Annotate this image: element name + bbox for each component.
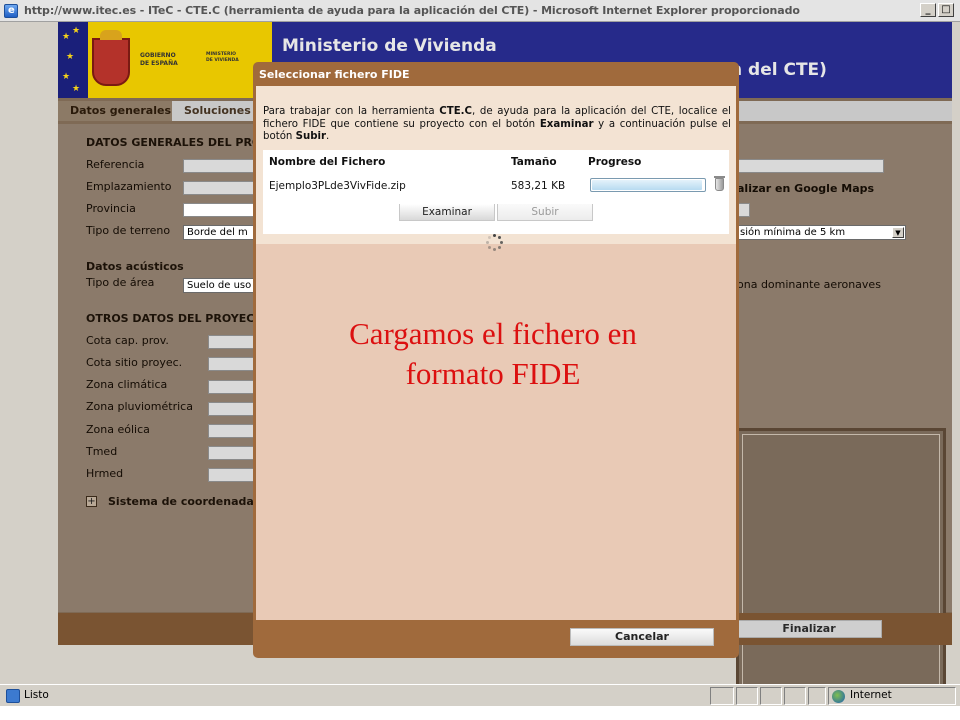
security-zone: Internet (850, 689, 892, 701)
status-cell (710, 687, 734, 705)
header-title: Ministerio de Vivienda (282, 36, 497, 56)
tipo-terreno-select[interactable]: Borde del m (183, 225, 255, 240)
annotation-line-2: formato FIDE (405, 356, 581, 391)
other-section-title: OTROS DATOS DEL PROYECT (86, 312, 262, 325)
instructions-bold: Subir (295, 131, 327, 143)
map-frame (736, 428, 946, 702)
header-subtitle: n del CTE) (730, 60, 827, 80)
map-canvas (742, 434, 940, 696)
gov-line-1: GOBIERNO (140, 52, 176, 59)
zona-climatica-label: Zona climática (86, 378, 168, 391)
maximize-icon[interactable]: □ (938, 3, 954, 17)
finalizar-button[interactable]: Finalizar (736, 620, 882, 638)
instructions-part: . (326, 131, 330, 143)
emplazamiento-label: Emplazamiento (86, 180, 172, 193)
select-fide-dialog: Seleccionar fichero FIDE Para trabajar c… (253, 62, 739, 658)
minimize-icon[interactable]: _ (920, 3, 936, 17)
instructions-bold: Examinar (539, 118, 594, 130)
cota-sitio-field[interactable] (208, 357, 255, 371)
status-text: Listo (24, 689, 49, 701)
annotation-line-1: Cargamos el fichero en (349, 316, 637, 351)
title-bar: e http://www.itec.es - ITeC - CTE.C (her… (0, 0, 960, 22)
provincia-label: Provincia (86, 202, 136, 215)
status-cell (784, 687, 806, 705)
instructions-text: Para trabajar con la herramienta CTE.C, … (263, 106, 731, 144)
tab-datos-generales[interactable]: Datos generales (58, 101, 172, 121)
upload-button[interactable]: Subir (497, 204, 593, 221)
browser-window: e http://www.itec.es - ITeC - CTE.C (her… (0, 0, 960, 720)
zona-climatica-field[interactable] (208, 380, 255, 394)
aircraft-zone-label: ona dominante aeronaves (737, 278, 881, 291)
trash-icon[interactable] (714, 176, 725, 191)
file-size: 583,21 KB (511, 180, 566, 192)
tmed-field[interactable] (208, 446, 255, 460)
referencia-field-right[interactable] (736, 159, 884, 173)
zone-cell (828, 687, 956, 705)
loading-spinner-icon (486, 234, 504, 252)
dialog-body (256, 244, 736, 620)
chevron-down-icon[interactable]: ▼ (892, 227, 904, 238)
annotation-text: Cargamos el fichero en formato FIDE (253, 314, 733, 394)
coat-of-arms-icon (92, 30, 130, 86)
terrain-distance-select[interactable]: sión mínima de 5 km ▼ (736, 225, 906, 240)
column-header-size: Tamaño (511, 156, 557, 168)
window-edge (952, 22, 960, 672)
upload-table: Nombre del Fichero Tamaño Progreso Ejemp… (263, 150, 729, 234)
cota-sitio-label: Cota sitio proyec. (86, 356, 183, 369)
coord-system-toggle[interactable]: Sistema de coordenada (108, 495, 254, 508)
expand-plus-icon[interactable]: + (86, 496, 97, 507)
zona-pluviometrica-label: Zona pluviométrica (86, 400, 193, 413)
tab-soluciones[interactable]: Soluciones c (172, 101, 262, 121)
column-header-progress: Progreso (588, 156, 642, 168)
zona-eolica-field[interactable] (208, 424, 255, 438)
provincia-field[interactable] (183, 203, 255, 217)
instructions-part: Para trabajar con la herramienta (263, 106, 440, 117)
referencia-label: Referencia (86, 158, 145, 171)
status-cell (808, 687, 826, 705)
upload-progress-fill (592, 180, 702, 190)
internet-explorer-icon: e (4, 4, 18, 18)
acoustic-section-title: Datos acústicos (86, 260, 184, 273)
referencia-field[interactable] (183, 159, 255, 173)
upload-progress-bar (590, 178, 706, 192)
globe-icon (832, 690, 845, 703)
dialog-upload-area: Para trabajar con la herramienta CTE.C, … (256, 86, 736, 244)
emplazamiento-field[interactable] (183, 181, 255, 195)
eu-flag: ★ ★ ★ ★ ★ (58, 22, 88, 98)
dialog-footer: Cancelar (256, 620, 736, 655)
tipo-terreno-label: Tipo de terreno (86, 224, 171, 237)
tipo-area-select[interactable]: Suelo de uso (183, 278, 255, 293)
window-title: http://www.itec.es - ITeC - CTE.C (herra… (24, 4, 800, 17)
gov-label: GOBIERNO DE ESPAÑA (140, 52, 178, 68)
dialog-title: Seleccionar fichero FIDE (259, 68, 410, 81)
tipo-area-label: Tipo de área (86, 276, 155, 289)
page-icon (6, 689, 20, 703)
status-cell (736, 687, 758, 705)
general-section-title: DATOS GENERALES DEL PRO (86, 136, 262, 149)
instructions-bold: CTE.C (439, 106, 473, 117)
gov-line-2: DE ESPAÑA (140, 60, 178, 67)
ministry-label: MINISTERIO DE VIVIENDA (206, 52, 239, 64)
file-name: Ejemplo3PLde3VivFide.zip (269, 180, 406, 192)
status-bar: Listo Internet (0, 684, 960, 706)
page-bottom (0, 706, 960, 720)
browse-button[interactable]: Examinar (399, 204, 495, 221)
google-maps-link[interactable]: alizar en Google Maps (737, 182, 874, 195)
zona-pluviometrica-field[interactable] (208, 402, 255, 416)
status-cell (760, 687, 782, 705)
hrmed-field[interactable] (208, 468, 255, 482)
hrmed-label: Hrmed (86, 467, 124, 480)
ministry-line-2: DE VIVIENDA (206, 58, 239, 63)
cancel-button[interactable]: Cancelar (570, 628, 714, 646)
cota-cap-label: Cota cap. prov. (86, 334, 169, 347)
zona-eolica-label: Zona eólica (86, 423, 150, 436)
tmed-label: Tmed (86, 445, 118, 458)
cota-cap-field[interactable] (208, 335, 255, 349)
government-logo: ★ ★ ★ ★ ★ GOBIERNO DE ESPAÑA MINISTERIO … (58, 22, 272, 98)
column-header-name: Nombre del Fichero (269, 156, 386, 168)
terrain-distance-value: sión mínima de 5 km (740, 227, 846, 238)
